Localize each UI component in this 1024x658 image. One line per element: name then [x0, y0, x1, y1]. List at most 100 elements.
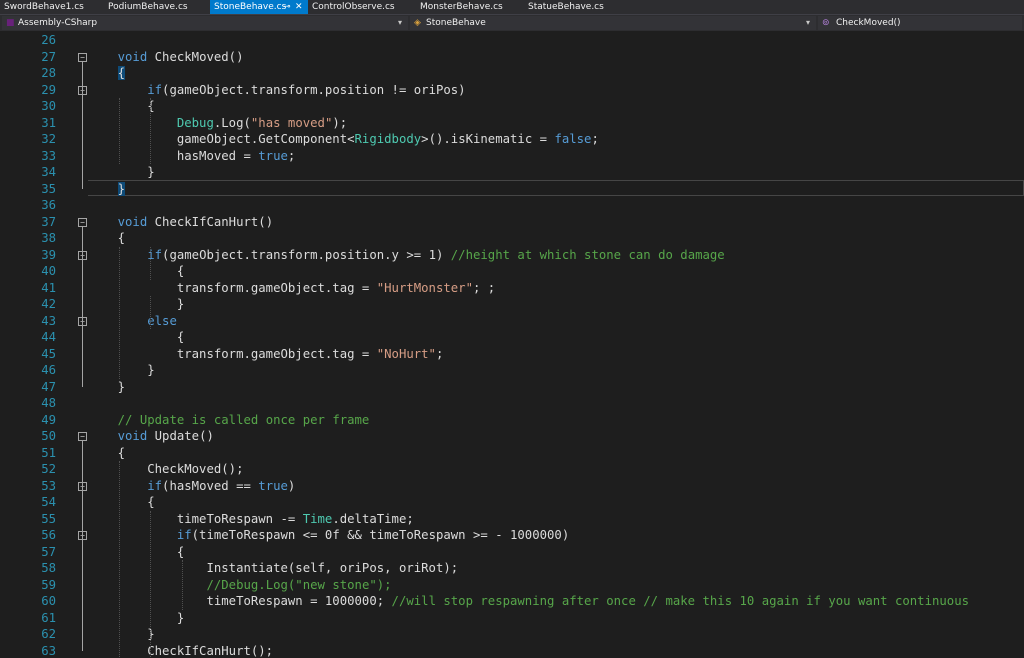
code-text: }: [88, 379, 125, 396]
code-line[interactable]: 62 }: [0, 626, 1024, 643]
code-line[interactable]: 58 Instantiate(self, oriPos, oriRot);: [0, 560, 1024, 577]
code-line[interactable]: 53 if(hasMoved == true): [0, 478, 1024, 495]
code-line[interactable]: 60 timeToRespawn = 1000000; //will stop …: [0, 593, 1024, 610]
code-text: timeToRespawn = 1000000; //will stop res…: [88, 593, 969, 610]
class-dropdown[interactable]: ◈ StoneBehave ▾: [410, 16, 816, 30]
tab-podiumbehave[interactable]: PodiumBehave.cs: [104, 0, 210, 14]
close-icon[interactable]: ✕: [295, 0, 303, 14]
code-line[interactable]: 31 Debug.Log("has moved");: [0, 115, 1024, 132]
code-token: transform.gameObject.tag =: [88, 346, 377, 361]
code-token: (gameObject.transform.position != oriPos…: [162, 82, 466, 97]
tab-monsterbehave[interactable]: MonsterBehave.cs: [416, 0, 524, 14]
current-line-highlight: [88, 179, 1024, 196]
line-number: 63: [41, 643, 56, 658]
code-editor[interactable]: 26 27 void CheckMoved() 28 {29 if(gameObje…: [0, 31, 1024, 658]
code-text: void Update(): [88, 428, 214, 445]
code-token: Instantiate(self, oriPos, oriRot);: [88, 561, 459, 575]
line-number: 41: [41, 280, 56, 295]
code-line[interactable]: 27 void CheckMoved(): [0, 49, 1024, 66]
code-token: if: [176, 528, 192, 542]
code-line[interactable]: 42 }: [0, 296, 1024, 313]
line-number: 49: [41, 412, 56, 427]
code-token: CheckMoved(): [147, 49, 244, 64]
code-line[interactable]: 63 CheckIfCanHurt();: [0, 643, 1024, 658]
collapse-icon[interactable]: −: [78, 432, 87, 441]
code-text: }: [88, 164, 154, 181]
line-number: 31: [41, 115, 56, 130]
indent-guide: [150, 510, 152, 658]
code-line[interactable]: 26: [0, 32, 1024, 49]
code-line[interactable]: 56 if(timeToRespawn <= 0f && timeToRespa…: [0, 527, 1024, 544]
code-token: {: [88, 99, 155, 113]
line-number: 27: [41, 49, 56, 64]
code-line[interactable]: 57 {: [0, 544, 1024, 561]
code-line[interactable]: 36: [0, 197, 1024, 214]
line-number: 34: [41, 165, 56, 179]
code-line[interactable]: 33 hasMoved = true;: [0, 148, 1024, 165]
tab-label: StatueBehave.cs: [528, 2, 604, 12]
code-text: void CheckMoved(): [88, 49, 244, 66]
code-line[interactable]: 37 void CheckIfCanHurt(): [0, 214, 1024, 231]
code-text: transform.gameObject.tag = "NoHurt";: [88, 346, 444, 363]
code-line[interactable]: 54 {: [0, 494, 1024, 511]
code-text: {: [88, 263, 184, 280]
code-line[interactable]: 59 //Debug.Log("new stone");: [0, 577, 1024, 594]
line-number: 58: [41, 561, 56, 575]
code-text: gameObject.GetComponent<Rigidbody>().isK…: [88, 131, 599, 148]
code-line[interactable]: 49 // Update is called once per frame: [0, 412, 1024, 429]
code-token: //will stop respawning after once // mak…: [391, 594, 970, 608]
tab-stonebehave[interactable]: StoneBehave.cs ⊸ ✕: [210, 0, 308, 14]
code-line[interactable]: 47 }: [0, 379, 1024, 396]
outline-line: [82, 259, 83, 304]
code-line[interactable]: 55 timeToRespawn -= Time.deltaTime;: [0, 511, 1024, 528]
code-line[interactable]: 43 else: [0, 313, 1024, 330]
code-text: {: [88, 445, 125, 462]
code-text: }: [88, 181, 126, 198]
code-line[interactable]: 30 {: [0, 98, 1024, 115]
code-line[interactable]: 39 if(gameObject.transform.position.y >=…: [0, 247, 1024, 264]
code-line[interactable]: 45 transform.gameObject.tag = "NoHurt";: [0, 346, 1024, 363]
code-token: }: [88, 610, 185, 625]
code-token: timeToRespawn -=: [88, 511, 303, 526]
outline-line: [82, 540, 83, 618]
code-line[interactable]: 50 void Update(): [0, 428, 1024, 445]
member-dropdown[interactable]: ⊚ CheckMoved(): [818, 16, 1022, 30]
pin-icon[interactable]: ⊸: [283, 0, 291, 14]
code-line[interactable]: 51 {: [0, 445, 1024, 462]
code-line[interactable]: 38 {: [0, 230, 1024, 247]
code-line[interactable]: 35 }: [0, 179, 1024, 198]
code-token: Update(): [147, 429, 214, 443]
code-line[interactable]: 61 }: [0, 610, 1024, 627]
code-token: false: [554, 132, 592, 146]
tab-label: StoneBehave.cs: [214, 2, 287, 12]
tab-swordbehave1[interactable]: SwordBehave1.cs: [0, 0, 104, 14]
code-line[interactable]: 48: [0, 395, 1024, 412]
code-token: CheckIfCanHurt(): [147, 214, 274, 229]
code-text: if(gameObject.transform.position != oriP…: [88, 82, 466, 99]
code-line[interactable]: 40 {: [0, 263, 1024, 280]
code-line[interactable]: 41 transform.gameObject.tag = "HurtMonst…: [0, 280, 1024, 297]
code-line[interactable]: 46 }: [0, 362, 1024, 379]
line-number: 59: [41, 577, 56, 592]
code-line[interactable]: 32 gameObject.GetComponent<Rigidbody>().…: [0, 131, 1024, 148]
code-text: // Update is called once per frame: [88, 412, 370, 429]
collapse-icon[interactable]: −: [78, 52, 87, 62]
project-dropdown[interactable]: ■ Assembly-CSharp ▾: [2, 16, 408, 30]
tab-statuebehave[interactable]: StatueBehave.cs: [524, 0, 634, 14]
line-number: 56: [41, 528, 56, 542]
code-line[interactable]: 28 {: [0, 65, 1024, 82]
collapse-icon[interactable]: −: [78, 217, 87, 227]
code-line[interactable]: 44 {: [0, 329, 1024, 346]
code-token: Time: [302, 511, 333, 526]
tab-controlobserve[interactable]: ControlObserve.cs: [308, 0, 416, 14]
code-token: //Debug.Log("new stone");: [206, 577, 392, 592]
code-line[interactable]: 34 }: [0, 164, 1024, 181]
code-line[interactable]: 29 if(gameObject.transform.position != o…: [0, 82, 1024, 99]
code-token: }: [88, 379, 126, 394]
line-number: 53: [41, 478, 56, 493]
code-line[interactable]: 52 CheckMoved();: [0, 461, 1024, 478]
